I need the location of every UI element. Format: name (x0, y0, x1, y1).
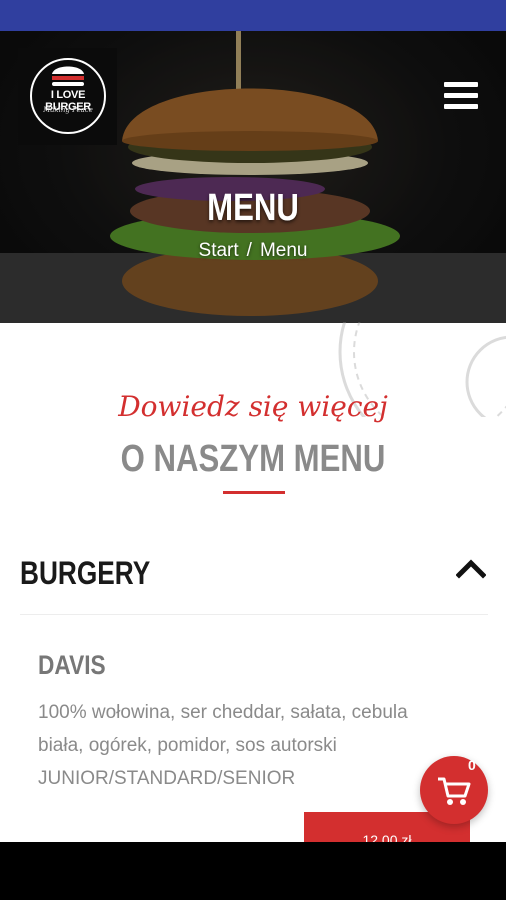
category-name: BURGERY (20, 555, 151, 591)
cart-count-badge: 0 (468, 757, 476, 773)
cart-icon (438, 777, 471, 805)
cart-button[interactable] (420, 756, 488, 824)
page-title: MENU (207, 187, 299, 229)
burger-icon (52, 66, 84, 86)
chevron-up-icon[interactable] (456, 557, 486, 579)
status-bar (0, 0, 506, 31)
category-header-burgery[interactable]: BURGERY (20, 545, 488, 615)
brand-logo[interactable]: I LOVE BURGER Making Peace (18, 48, 117, 145)
system-navigation-bar (0, 842, 506, 900)
menu-item-sizes: JUNIOR/STANDARD/SENIOR (38, 768, 296, 789)
title-divider (223, 491, 285, 494)
section-title: O NASZYM MENU (120, 438, 386, 480)
price-label: 12,00 zł (362, 832, 412, 842)
description-line: biała, ogórek, pomidor, sos autorski (38, 735, 337, 756)
menu-item-name: DAVIS (38, 650, 106, 680)
hamburger-menu-icon[interactable] (444, 82, 480, 114)
breadcrumb: Start / Menu (0, 240, 506, 262)
logo-tagline: Making Peace (43, 106, 93, 114)
description-line: 100% wołowina, ser cheddar, sałata, cebu… (38, 702, 408, 723)
menu-item-description: 100% wołowina, ser cheddar, sałata, cebu… (38, 696, 458, 795)
breadcrumb-current: Menu (259, 240, 308, 261)
breadcrumb-separator: / (246, 240, 252, 261)
section-subtitle: Dowiedz się więcej (118, 390, 388, 423)
breadcrumb-home-link[interactable]: Start (199, 240, 239, 261)
